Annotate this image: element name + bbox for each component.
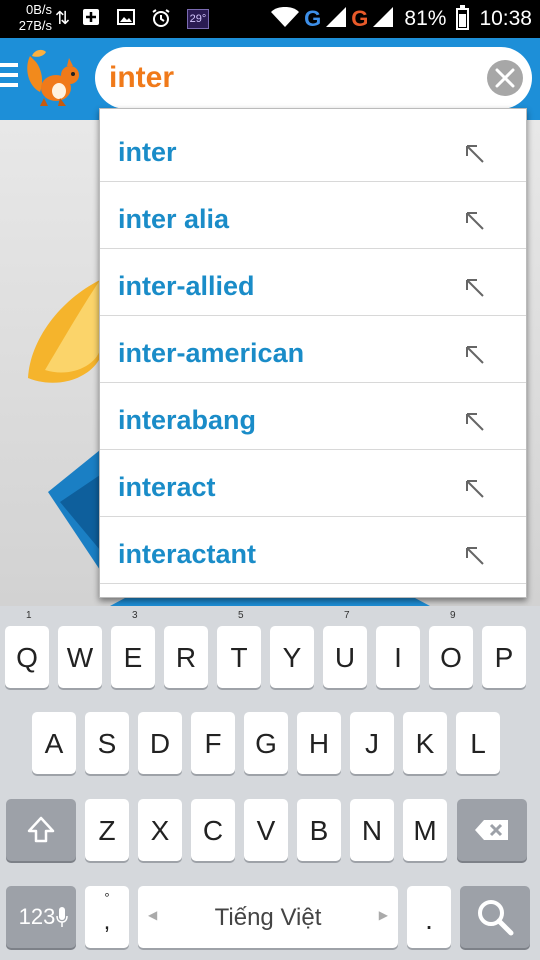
suggestion-text: inter <box>118 137 177 167</box>
signal-1-icon <box>325 6 347 33</box>
numbers-key[interactable]: 123 <box>6 886 76 948</box>
gallery-icon <box>117 8 135 28</box>
suggestion-item[interactable]: interactant <box>100 517 526 584</box>
key-l[interactable]: L <box>456 712 500 774</box>
battery-percent: 81% <box>404 7 447 30</box>
key-w[interactable]: W <box>58 626 102 688</box>
upload-speed: 0B/s <box>25 2 52 17</box>
key-e[interactable]: E <box>111 626 155 688</box>
keyboard: 1 3 5 7 9 Q W E R T Y U I O P A S D F G … <box>0 606 540 960</box>
suggestion-text: inter alia <box>118 204 230 234</box>
menu-icon[interactable] <box>0 63 18 87</box>
microphone-icon <box>56 907 68 927</box>
fill-query-arrow-icon[interactable] <box>464 545 486 567</box>
suggestion-text: interactant <box>118 539 257 569</box>
close-icon <box>495 68 515 88</box>
data-transfer-icon: ⇅ <box>55 8 71 28</box>
clock: 10:38 <box>479 7 532 30</box>
suggestion-text: inter-allied <box>118 271 255 301</box>
key-f[interactable]: F <box>191 712 235 774</box>
key-o[interactable]: O <box>429 626 473 688</box>
key-b[interactable]: B <box>297 799 341 861</box>
key-hint: 3 <box>132 610 138 621</box>
status-bar-right: G G 81% 10:38 <box>270 0 532 38</box>
key-hint: 1 <box>26 610 32 621</box>
network-type-1: G <box>304 6 322 31</box>
search-bar <box>95 47 532 109</box>
key-y[interactable]: Y <box>270 626 314 688</box>
suggestion-text: interabang <box>118 405 257 435</box>
suggestion-item[interactable]: inter <box>100 115 526 182</box>
key-z[interactable]: Z <box>85 799 129 861</box>
fill-query-arrow-icon[interactable] <box>464 210 486 232</box>
shift-key[interactable] <box>6 799 76 861</box>
temperature-badge: 29° <box>187 9 209 29</box>
suggestion-item[interactable]: interabang <box>100 383 526 450</box>
key-s[interactable]: S <box>85 712 129 774</box>
battery-icon <box>456 5 470 30</box>
period-key[interactable]: . <box>407 886 451 948</box>
battery-fill <box>459 14 467 27</box>
key-h[interactable]: H <box>297 712 341 774</box>
network-type-2: G <box>351 6 369 31</box>
key-hint: 5 <box>238 610 244 621</box>
language-right-arrow-icon: ▶ <box>378 908 388 922</box>
key-d[interactable]: D <box>138 712 182 774</box>
key-t[interactable]: T <box>217 626 261 688</box>
fill-query-arrow-icon[interactable] <box>464 411 486 433</box>
search-input[interactable] <box>109 57 469 99</box>
fill-query-arrow-icon[interactable] <box>464 277 486 299</box>
suggestion-item[interactable]: inter alia <box>100 182 526 249</box>
download-speed: 27B/s <box>18 18 52 33</box>
key-u[interactable]: U <box>323 626 367 688</box>
suggestion-text: interact <box>118 472 216 502</box>
key-a[interactable]: A <box>32 712 76 774</box>
key-r[interactable]: R <box>164 626 208 688</box>
status-bar: 0B/s 27B/s ⇅ 29° G G 81% 10:38 <box>0 0 540 38</box>
key-hint: 9 <box>450 610 456 621</box>
key-j[interactable]: J <box>350 712 394 774</box>
fill-query-arrow-icon[interactable] <box>464 143 486 165</box>
key-p[interactable]: P <box>482 626 526 688</box>
key-g[interactable]: G <box>244 712 288 774</box>
comma-key[interactable]: ° , <box>85 886 129 948</box>
key-hint: 7 <box>344 610 350 621</box>
key-x[interactable]: X <box>138 799 182 861</box>
space-key[interactable]: ◀ Tiếng Việt ▶ <box>138 886 398 948</box>
squirrel-logo-icon[interactable] <box>20 42 90 112</box>
suggestion-text: inter-american <box>118 338 305 368</box>
suggestion-item[interactable]: interact <box>100 450 526 517</box>
key-i[interactable]: I <box>376 626 420 688</box>
backspace-key[interactable] <box>457 799 527 861</box>
alarm-clock-icon <box>151 8 171 28</box>
suggestion-item[interactable]: inter-american <box>100 316 526 383</box>
search-icon <box>478 900 514 936</box>
add-notification-icon <box>82 8 100 28</box>
fill-query-arrow-icon[interactable] <box>464 478 486 500</box>
key-m[interactable]: M <box>403 799 447 861</box>
backspace-icon <box>475 820 508 840</box>
search-key[interactable] <box>460 886 530 948</box>
shift-arrow-icon <box>27 816 55 843</box>
key-c[interactable]: C <box>191 799 235 861</box>
network-speed: 0B/s 27B/s <box>12 2 52 34</box>
suggestions-dropdown: inter inter alia inter-allied inter-amer… <box>99 108 527 598</box>
clear-button[interactable] <box>487 60 523 96</box>
key-n[interactable]: N <box>350 799 394 861</box>
key-k[interactable]: K <box>403 712 447 774</box>
key-q[interactable]: Q <box>5 626 49 688</box>
fill-query-arrow-icon[interactable] <box>464 344 486 366</box>
wifi-icon <box>270 6 300 33</box>
signal-2-icon <box>372 6 394 33</box>
key-v[interactable]: V <box>244 799 288 861</box>
suggestion-item[interactable]: inter-allied <box>100 249 526 316</box>
